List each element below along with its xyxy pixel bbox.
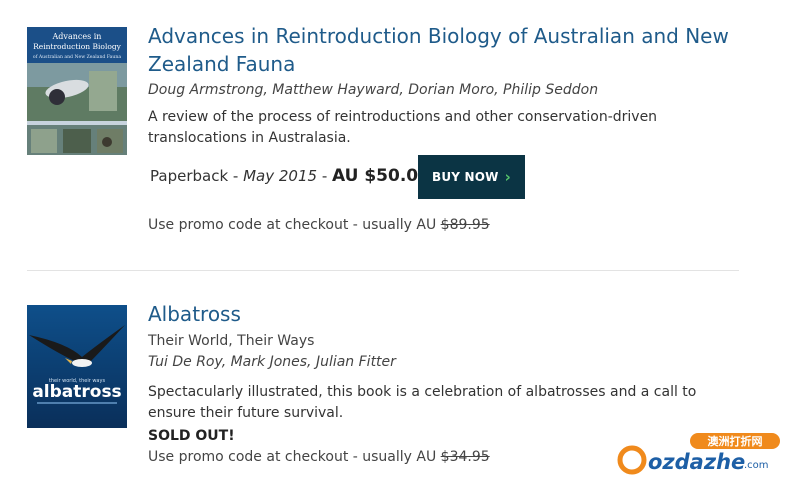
book-authors: Tui De Roy, Mark Jones, Julian Fitter [148, 354, 396, 370]
watermark-suffix: .com [744, 460, 769, 471]
cover-title-line2: Reintroduction Biology [33, 42, 122, 51]
cover-title-line3: of Australian and New Zealand Fauna [33, 54, 121, 60]
promo-text: Use promo code at checkout - usually AU [148, 449, 437, 465]
watermark-top-text: 澳洲打折网 [708, 434, 763, 448]
buy-now-label: BUY NOW [431, 170, 499, 184]
cover-title-line1: Advances in [52, 32, 102, 41]
book-info: Advances in Reintroduction Biology of Au… [148, 22, 743, 236]
book-subtitle: Their World, Their Ways [148, 333, 315, 349]
chevron-right-icon: › [504, 168, 512, 186]
book-authors: Doug Armstrong, Matthew Hayward, Dorian … [148, 82, 599, 98]
format-and-price: Paperback - May 2015 - AU $50.00 [150, 166, 430, 186]
book-title-link[interactable]: Albatross [148, 300, 743, 328]
cover-art: Advances in Reintroduction Biology of Au… [27, 27, 127, 155]
book-description: A review of the process of reintroductio… [148, 109, 658, 146]
book-title-link[interactable]: Advances in Reintroduction Biology of Au… [148, 22, 743, 78]
divider [27, 270, 739, 271]
promo-text: Use promo code at checkout - usually AU [148, 217, 437, 233]
usual-price: $89.95 [440, 217, 490, 233]
book-description: Spectacularly illustrated, this book is … [148, 384, 697, 421]
price-row: Paperback - May 2015 - AU $50.00 BUY NOW… [148, 155, 743, 199]
watermark-brand: ozdazhe [648, 450, 745, 474]
publication-date: May 2015 [243, 167, 318, 185]
cover-title: albatross [32, 382, 121, 402]
book-price: AU $50.00 [332, 166, 430, 186]
site-watermark-logo: 澳洲打折网 ozdazhe .com [612, 432, 782, 478]
usual-price: $34.95 [440, 449, 490, 465]
promo-note: Use promo code at checkout - usually AU … [148, 215, 743, 236]
watermark-art: 澳洲打折网 ozdazhe .com [617, 433, 780, 475]
book-cover-image[interactable]: their world, their ways albatross [27, 305, 127, 428]
buy-now-button[interactable]: BUY NOW › [418, 155, 525, 199]
cover-art: their world, their ways albatross [27, 305, 127, 428]
book-cover-image[interactable]: Advances in Reintroduction Biology of Au… [27, 27, 127, 155]
book-format: Paperback [150, 167, 229, 185]
